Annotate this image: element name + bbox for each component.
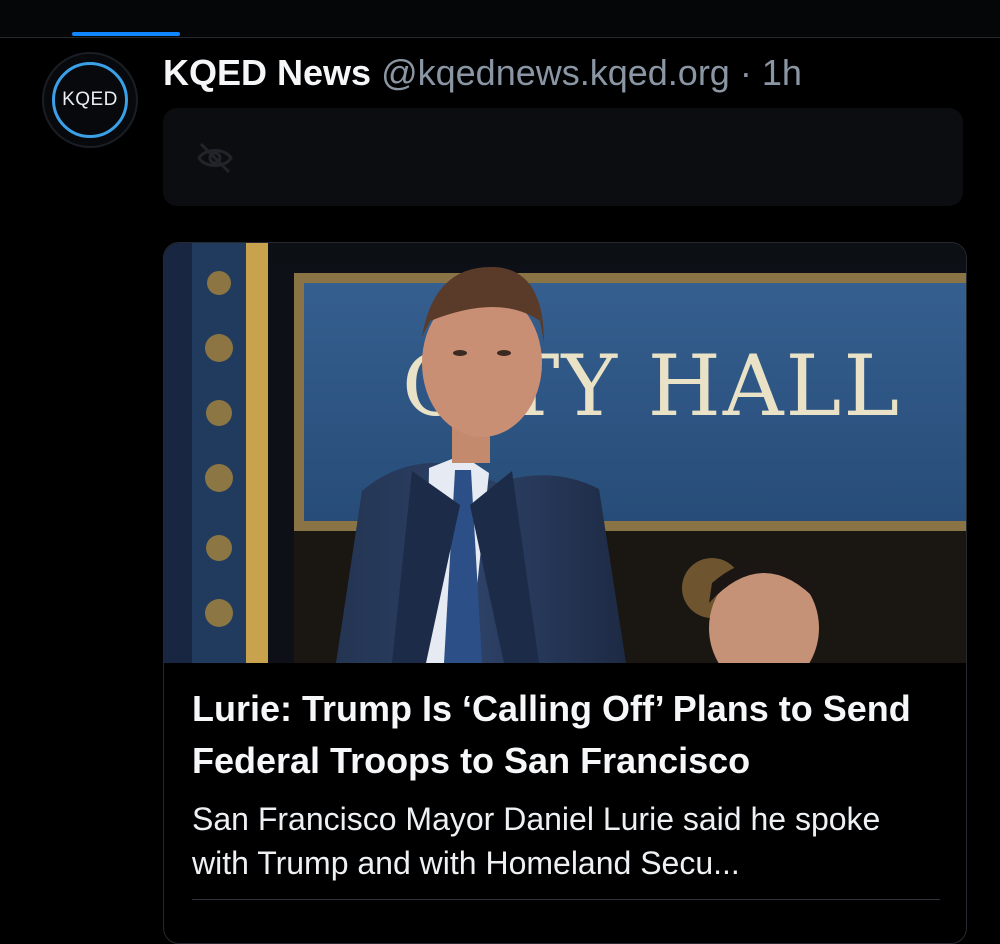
post-time[interactable]: 1h [762,52,802,93]
author-name[interactable]: KQED News [163,52,371,93]
post-header: KQED News @kqednews.kqed.org · 1h [163,52,802,94]
avatar[interactable]: KQED [42,52,138,148]
header-separator: · [739,52,752,93]
active-tab-indicator[interactable] [72,32,180,36]
eye-slash-icon [197,142,233,174]
card-divider [192,899,940,900]
article-title[interactable]: Lurie: Trump Is ‘Calling Off’ Plans to S… [192,683,942,787]
article-description: San Francisco Mayor Daniel Lurie said he… [192,801,881,881]
content-warning[interactable] [163,108,963,206]
author-handle[interactable]: @kqednews.kqed.org [381,52,730,93]
article-image: CITY HALL [164,243,966,663]
top-tab-bar [0,0,1000,38]
avatar-logo-text: KQED [62,89,118,110]
content-warning-text [251,138,261,180]
link-card[interactable]: CITY HALL Lurie: Trump Is ‘Calling Off’ … [163,242,967,944]
